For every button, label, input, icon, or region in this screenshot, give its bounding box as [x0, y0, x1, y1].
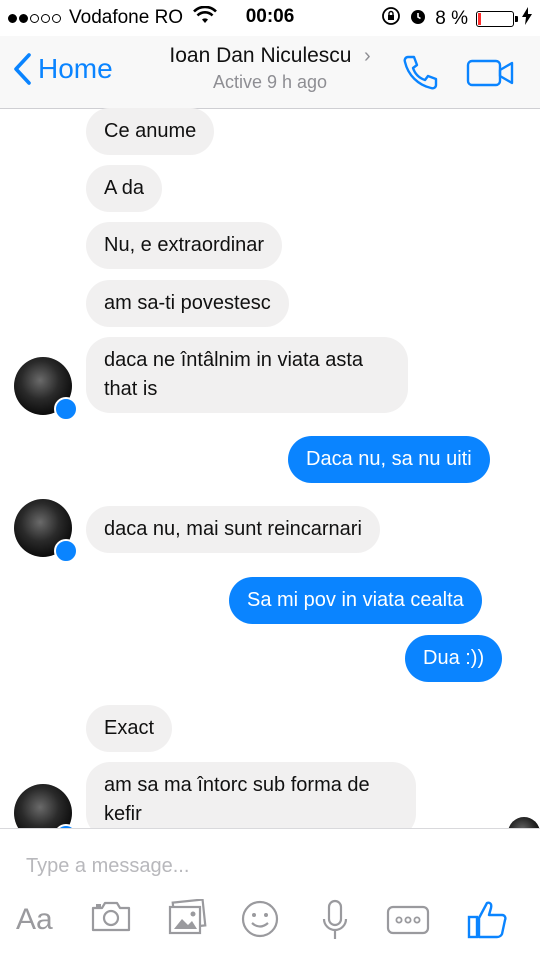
- messenger-badge-icon: [54, 539, 78, 563]
- message-input[interactable]: [26, 849, 506, 883]
- charging-icon: [522, 7, 532, 31]
- message-list[interactable]: Ce anume A da Nu, e extraordinar am sa-t…: [0, 108, 540, 828]
- message-bubble-incoming[interactable]: Ce anume: [86, 108, 215, 155]
- microphone-icon[interactable]: [320, 899, 350, 941]
- camera-icon[interactable]: [90, 899, 132, 933]
- chevron-right-icon: ›: [363, 45, 371, 67]
- message-bubble-outgoing[interactable]: Sa mi pov in viata cealta: [229, 577, 482, 624]
- message-bubble-incoming[interactable]: A da: [86, 165, 163, 212]
- contact-avatar[interactable]: [14, 499, 78, 563]
- text-format-button[interactable]: Aa: [16, 903, 53, 937]
- emoji-icon[interactable]: [240, 899, 280, 939]
- back-label: Home: [38, 53, 113, 84]
- contact-avatar[interactable]: [14, 784, 78, 828]
- back-chevron-icon: [14, 53, 31, 85]
- composer-toolbar: Aa: [0, 899, 540, 949]
- contact-name: Ioan Dan Niculescu: [169, 44, 352, 67]
- status-bar: Vodafone RO 00:06 8 %: [0, 0, 540, 36]
- battery-percent: 8 %: [435, 8, 468, 29]
- conversation-header: Home Ioan Dan Niculescu › Active 9 h ago: [0, 36, 540, 109]
- alarm-icon: [409, 7, 427, 31]
- message-bubble-incoming[interactable]: am sa ma întorc sub forma de kefir: [86, 762, 416, 828]
- messenger-badge-icon: [54, 397, 78, 421]
- contact-info[interactable]: Ioan Dan Niculescu › Active 9 h ago: [140, 44, 400, 93]
- back-button[interactable]: Home: [12, 52, 113, 86]
- message-bubble-outgoing[interactable]: Daca nu, sa nu uiti: [288, 436, 490, 483]
- thumbs-up-icon[interactable]: [466, 899, 508, 941]
- battery-icon: [476, 11, 518, 27]
- contact-status: Active 9 h ago: [212, 72, 328, 92]
- status-right: 8 %: [381, 6, 532, 32]
- message-bubble-outgoing[interactable]: Dua :)): [405, 635, 503, 682]
- message-bubble-incoming[interactable]: Exact: [86, 705, 173, 752]
- more-icon[interactable]: [386, 905, 430, 935]
- phone-icon[interactable]: [400, 52, 440, 97]
- message-composer: Aa: [0, 828, 540, 961]
- video-camera-icon[interactable]: [466, 58, 516, 93]
- message-bubble-incoming[interactable]: daca ne întâlnim in viata asta that is: [86, 337, 408, 413]
- message-bubble-incoming[interactable]: daca nu, mai sunt reincarnari: [86, 506, 380, 553]
- photo-icon[interactable]: [166, 899, 208, 935]
- message-bubble-incoming[interactable]: Nu, e extraordinar: [86, 222, 283, 269]
- read-receipt-avatar: [508, 817, 540, 828]
- contact-avatar[interactable]: [14, 357, 78, 421]
- orientation-lock-icon: [381, 6, 401, 32]
- message-bubble-incoming[interactable]: am sa-ti povestesc: [86, 280, 289, 327]
